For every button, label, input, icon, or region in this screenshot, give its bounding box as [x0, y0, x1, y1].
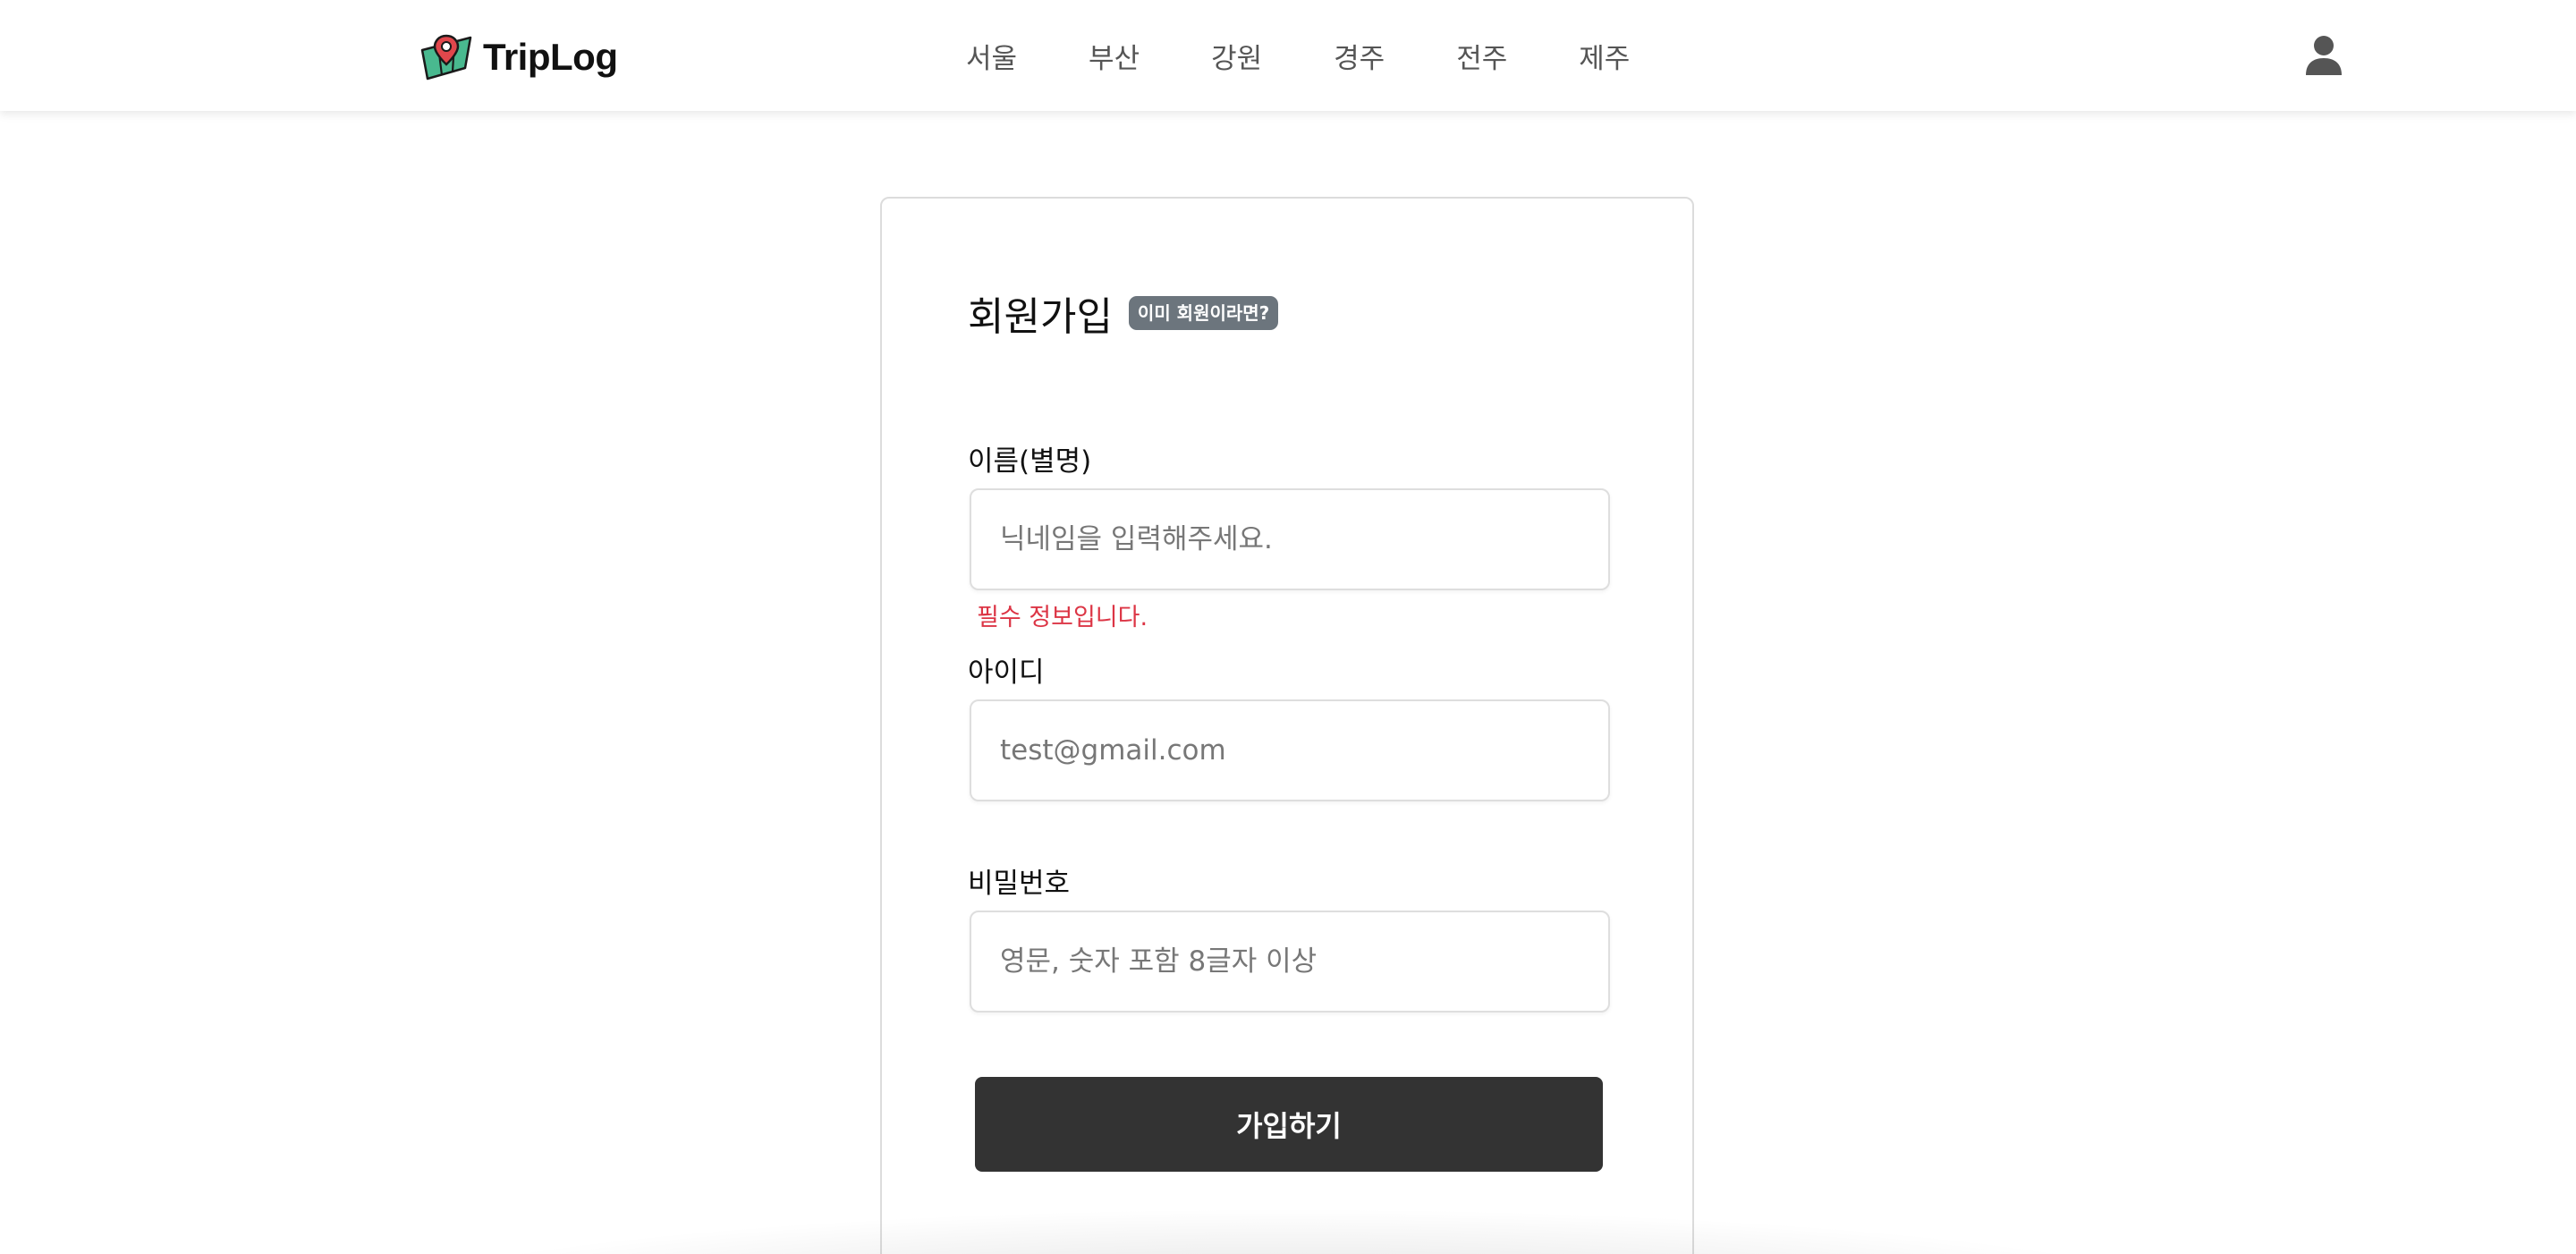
nav-item-seoul[interactable]: 서울 [966, 36, 1017, 76]
id-input[interactable] [970, 699, 1610, 801]
signup-card: 회원가입 이미 회원이라면? 이름(별명) 필수 정보입니다. 아이디 비밀번호… [880, 197, 1694, 1254]
brand-name: TripLog [483, 36, 618, 78]
name-error-message: 필수 정보입니다. [977, 604, 1148, 631]
brand-link[interactable]: TripLog [419, 32, 618, 82]
nickname-input[interactable] [970, 488, 1610, 590]
nav-item-jeonju[interactable]: 전주 [1456, 36, 1507, 76]
top-navbar: TripLog 서울 부산 강원 경주 전주 제주 [0, 0, 2576, 111]
password-label: 비밀번호 [968, 868, 1071, 900]
title-row: 회원가입 이미 회원이라면? [968, 284, 1279, 342]
user-menu-button[interactable] [2302, 34, 2345, 77]
nav-item-gangwon[interactable]: 강원 [1211, 36, 1262, 76]
user-icon [2306, 36, 2342, 75]
nav-item-busan[interactable]: 부산 [1089, 36, 1140, 76]
nav-item-jeju[interactable]: 제주 [1579, 36, 1630, 76]
page-title: 회원가입 [968, 294, 1113, 340]
map-pin-logo-icon [420, 34, 472, 80]
id-label: 아이디 [968, 657, 1045, 689]
signup-page: TripLog 서울 부산 강원 경주 전주 제주 회원가입 이미 회원이라면?… [0, 0, 2576, 1254]
region-nav: 서울 부산 강원 경주 전주 제주 [966, 30, 1630, 80]
login-link-badge[interactable]: 이미 회원이라면? [1128, 296, 1279, 330]
name-label: 이름(별명) [968, 445, 1092, 478]
password-input[interactable] [970, 911, 1610, 1013]
nav-item-gyeongju[interactable]: 경주 [1334, 36, 1385, 76]
signup-submit-button[interactable]: 가입하기 [975, 1077, 1603, 1172]
